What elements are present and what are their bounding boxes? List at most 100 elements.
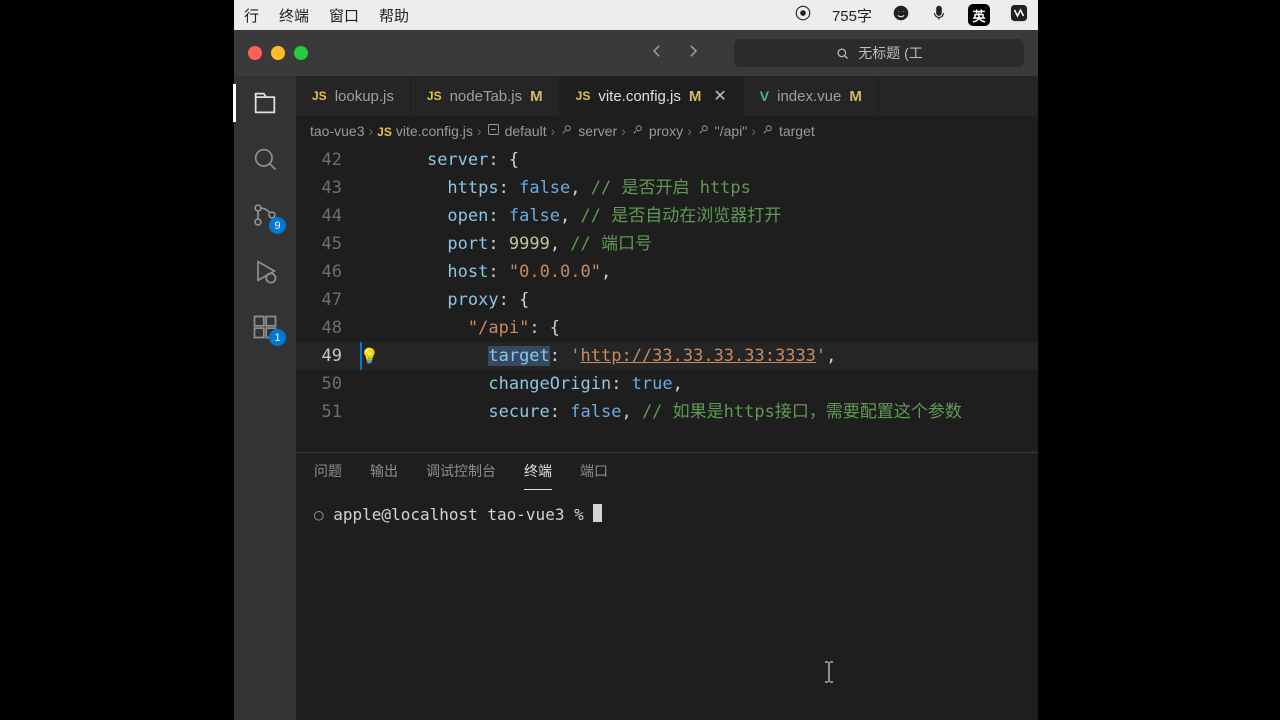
chevron-right-icon: › <box>368 123 373 139</box>
js-icon: JS <box>377 123 392 139</box>
menubar-left: 行 终端 窗口 帮助 <box>244 5 409 26</box>
line-number: 48 <box>296 314 360 342</box>
editor-tab[interactable]: JS vite.config.js M ✕ <box>560 76 744 116</box>
prompt-circle-icon: ○ <box>314 505 333 524</box>
symbol-property-icon <box>696 122 711 140</box>
window-maximize-button[interactable] <box>294 46 308 60</box>
extensions-icon[interactable]: 1 <box>250 312 280 342</box>
window-minimize-button[interactable] <box>271 46 285 60</box>
lightbulb-icon <box>360 202 386 230</box>
emoji-icon[interactable] <box>892 4 910 26</box>
tab-label: lookup.js <box>335 88 394 105</box>
chevron-right-icon: › <box>551 123 556 139</box>
chevron-right-icon: › <box>751 123 756 139</box>
close-tab-icon[interactable]: ✕ <box>713 86 726 106</box>
lightbulb-icon <box>360 230 386 258</box>
symbol-property-icon <box>630 122 645 140</box>
activity-bar: 9 1 <box>234 76 296 720</box>
wordcount-indicator: 755字 <box>832 5 872 26</box>
panel-tab[interactable]: 调试控制台 <box>426 461 496 490</box>
menu-item[interactable]: 终端 <box>279 5 309 26</box>
code-line[interactable]: 46 host: "0.0.0.0", <box>296 258 1038 286</box>
breadcrumb-segment[interactable]: default <box>505 123 547 139</box>
extensions-badge: 1 <box>269 329 286 346</box>
run-debug-icon[interactable] <box>250 256 280 286</box>
breadcrumb-segment[interactable]: target <box>779 123 815 139</box>
code-line[interactable]: 49💡 target: 'http://33.33.33.33:3333', <box>296 342 1038 370</box>
window-close-button[interactable] <box>248 46 262 60</box>
window-controls <box>248 46 308 60</box>
terminal[interactable]: ○ apple@localhost tao-vue3 % <box>296 490 1038 720</box>
nav-arrows <box>648 42 702 65</box>
symbol-module-icon <box>486 122 501 140</box>
code-line[interactable]: 44 open: false, // 是否自动在浏览器打开 <box>296 202 1038 230</box>
code-line[interactable]: 43 https: false, // 是否开启 https <box>296 174 1038 202</box>
code-editor[interactable]: 42 server: {43 https: false, // 是否开启 htt… <box>296 146 1038 452</box>
editor-tabs: JSlookup.jsJSnodeTab.jsMJSvite.config.js… <box>296 76 1038 116</box>
code-line[interactable]: 45 port: 9999, // 端口号 <box>296 230 1038 258</box>
symbol-property-icon <box>559 122 574 140</box>
breadcrumb-segment[interactable]: proxy <box>649 123 683 139</box>
panel-tab[interactable]: 问题 <box>314 461 342 490</box>
nav-forward-button[interactable] <box>684 42 702 65</box>
source-control-icon[interactable]: 9 <box>250 200 280 230</box>
code-content: secure: false, // 如果是https接口，需要配置这个参数 <box>386 398 962 426</box>
breadcrumb-segment[interactable]: tao-vue3 <box>310 123 364 139</box>
ime-indicator[interactable]: 英 <box>968 4 990 26</box>
chevron-right-icon: › <box>687 123 692 139</box>
code-content: server: { <box>386 146 519 174</box>
lightbulb-icon <box>360 174 386 202</box>
editor-tab[interactable]: JS lookup.js <box>296 76 411 116</box>
line-number: 45 <box>296 230 360 258</box>
modified-indicator: M <box>849 88 862 105</box>
breadcrumb-segment[interactable]: vite.config.js <box>396 123 473 139</box>
menu-item[interactable]: 行 <box>244 5 259 26</box>
scm-badge: 9 <box>269 217 286 234</box>
panel-tab[interactable]: 输出 <box>370 461 398 490</box>
breadcrumb-segment[interactable]: "/api" <box>715 123 748 139</box>
modified-indicator: M <box>530 88 543 105</box>
code-line[interactable]: 50 changeOrigin: true, <box>296 370 1038 398</box>
js-icon: JS <box>576 89 591 103</box>
tab-label: index.vue <box>777 88 841 105</box>
menu-item[interactable]: 窗口 <box>329 5 359 26</box>
panel-tab[interactable]: 终端 <box>524 461 552 490</box>
code-content: target: 'http://33.33.33.33:3333', <box>386 342 836 370</box>
code-line[interactable]: 42 server: { <box>296 146 1038 174</box>
line-number: 44 <box>296 202 360 230</box>
breadcrumbs[interactable]: tao-vue3›JSvite.config.js›default›server… <box>296 116 1038 146</box>
tab-label: vite.config.js <box>598 88 681 105</box>
lightbulb-icon[interactable]: 💡 <box>360 342 386 370</box>
line-number: 46 <box>296 258 360 286</box>
modified-indicator: M <box>689 88 702 105</box>
menubar-right: 755字 英 <box>794 4 1028 26</box>
menu-item[interactable]: 帮助 <box>379 5 409 26</box>
window-titlebar: 无标题 (工 <box>234 30 1038 76</box>
editor-tab[interactable]: Vindex.vueM <box>744 76 879 116</box>
lightbulb-icon <box>360 146 386 174</box>
line-number: 50 <box>296 370 360 398</box>
code-line[interactable]: 48 "/api": { <box>296 314 1038 342</box>
nav-back-button[interactable] <box>648 42 666 65</box>
breadcrumb-segment[interactable]: server <box>578 123 617 139</box>
code-content: proxy: { <box>386 286 529 314</box>
explorer-icon[interactable] <box>250 88 280 118</box>
lightbulb-icon <box>360 398 386 426</box>
chevron-right-icon: › <box>621 123 626 139</box>
js-icon: JS <box>312 89 327 103</box>
command-center[interactable]: 无标题 (工 <box>734 39 1024 67</box>
panel-tab[interactable]: 端口 <box>580 461 608 490</box>
app-icon[interactable] <box>1010 4 1028 26</box>
bottom-panel: 问题输出调试控制台终端端口 ○ apple@localhost tao-vue3… <box>296 452 1038 720</box>
search-icon[interactable] <box>250 144 280 174</box>
code-line[interactable]: 51 secure: false, // 如果是https接口，需要配置这个参数 <box>296 398 1038 426</box>
code-content: changeOrigin: true, <box>386 370 683 398</box>
code-content: "/api": { <box>386 314 560 342</box>
command-center-label: 无标题 (工 <box>858 43 923 63</box>
terminal-prompt: apple@localhost tao-vue3 % <box>333 505 583 524</box>
tab-label: nodeTab.js <box>450 88 523 105</box>
code-line[interactable]: 47 proxy: { <box>296 286 1038 314</box>
screen-record-icon[interactable] <box>794 4 812 26</box>
microphone-icon[interactable] <box>930 4 948 26</box>
editor-tab[interactable]: JSnodeTab.jsM <box>411 76 560 116</box>
